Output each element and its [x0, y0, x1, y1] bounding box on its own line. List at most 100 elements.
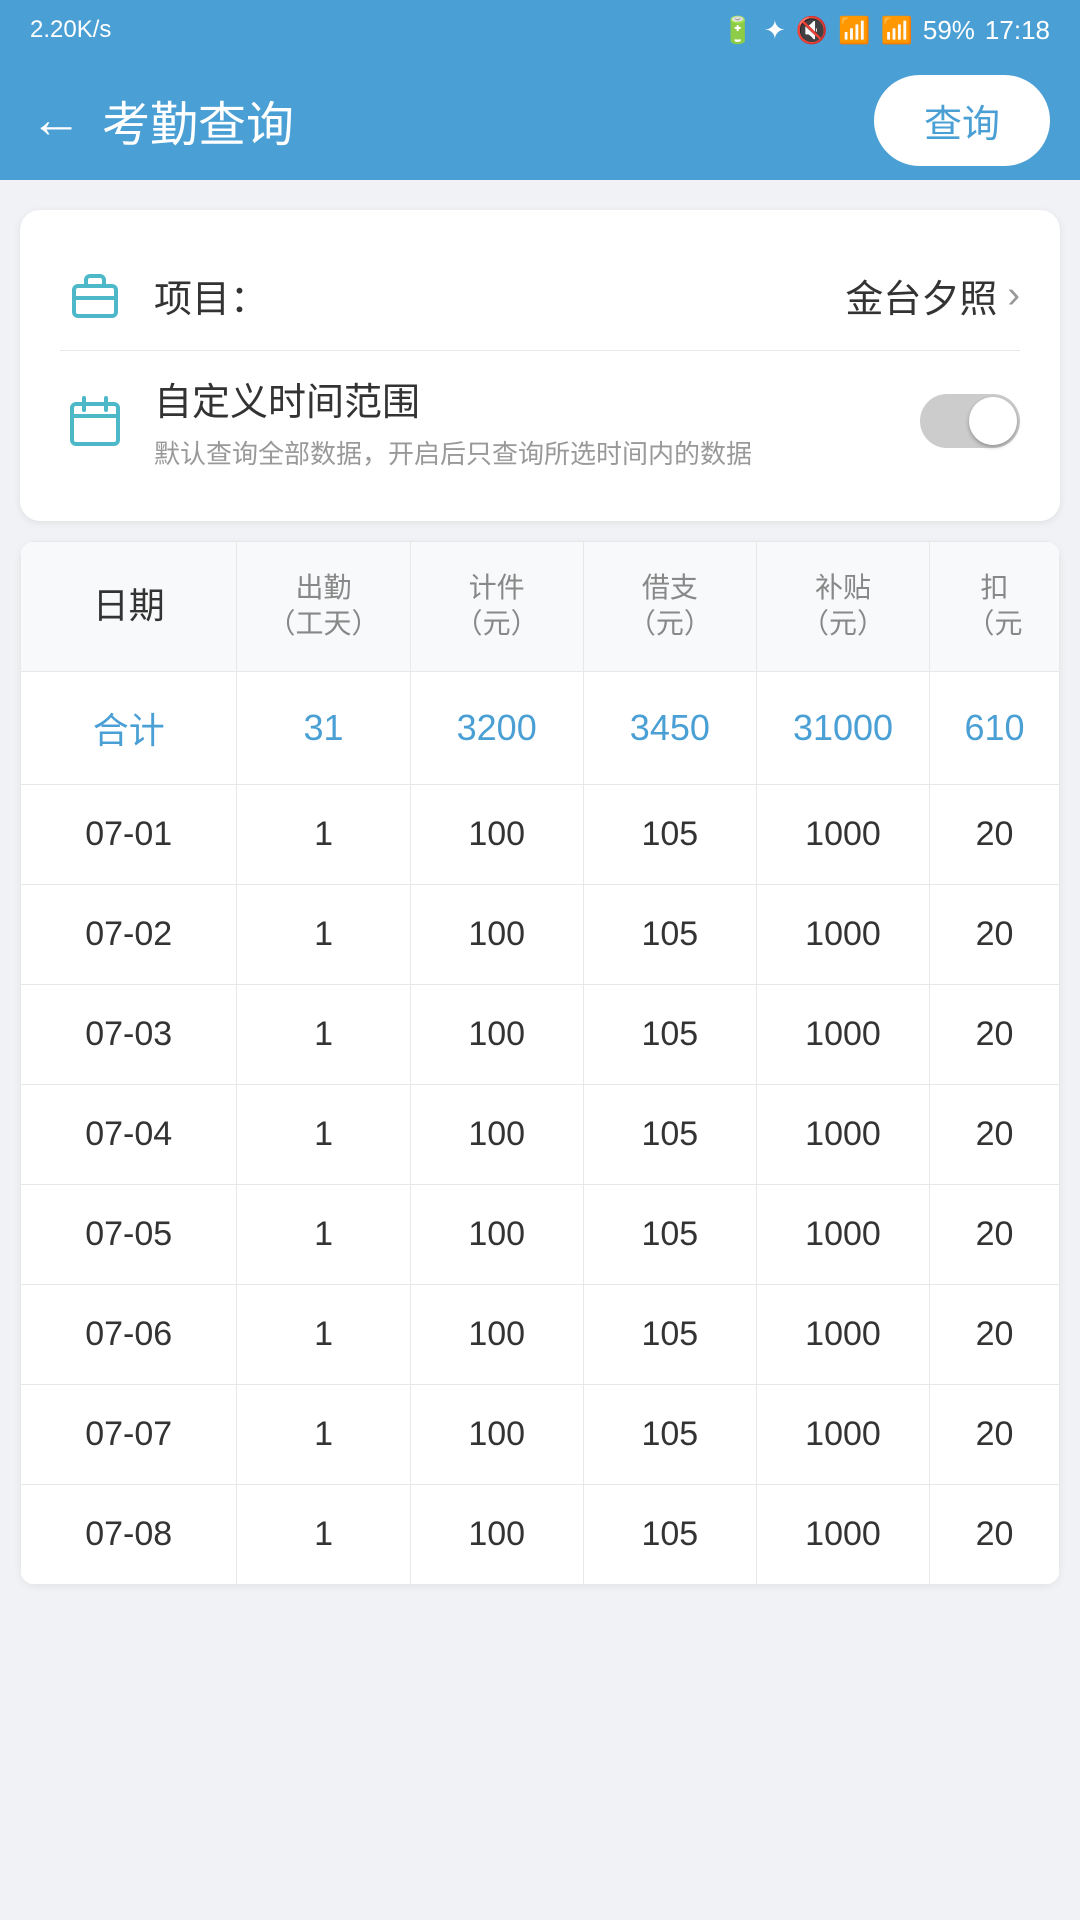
row-borrow: 105 [583, 1384, 756, 1484]
total-borrow: 3450 [583, 671, 756, 784]
row-deduct: 20 [930, 1384, 1060, 1484]
row-attendance: 1 [237, 1184, 410, 1284]
row-piecework: 100 [410, 1484, 583, 1584]
battery-percent: 59% [923, 15, 975, 46]
row-attendance: 1 [237, 884, 410, 984]
table-header: 日期 出勤（工天） 计件（元） 借支（元） 补贴（元） 扣‌（元 [21, 542, 1060, 672]
row-piecework: 100 [410, 1284, 583, 1384]
bluetooth-icon: ✦ [764, 15, 786, 46]
header-subsidy: 补贴（元） [756, 542, 929, 672]
wifi-icon: 📶 [838, 15, 870, 46]
row-attendance: 1 [237, 1484, 410, 1584]
table-row: 07-01 1 100 105 1000 20 [21, 784, 1060, 884]
time-range-col: 自定义时间范围 默认查询全部数据，开启后只查询所选时间内的数据 [154, 371, 920, 471]
toggle-knob [969, 397, 1017, 445]
row-subsidy: 1000 [756, 1284, 929, 1384]
row-borrow: 105 [583, 884, 756, 984]
total-deduct: 610 [930, 671, 1060, 784]
project-label: 项目： [154, 268, 845, 323]
table-row: 07-07 1 100 105 1000 20 [21, 1384, 1060, 1484]
row-subsidy: 1000 [756, 1384, 929, 1484]
row-deduct: 20 [930, 1184, 1060, 1284]
signal-icon: 📶 [881, 15, 913, 46]
header-date: 日期 [21, 542, 237, 672]
row-borrow: 105 [583, 1184, 756, 1284]
time-range-toggle[interactable] [920, 394, 1020, 448]
row-date: 07-07 [21, 1384, 237, 1484]
header-deduct: 扣‌（元 [930, 542, 1060, 672]
row-borrow: 105 [583, 1084, 756, 1184]
row-subsidy: 1000 [756, 884, 929, 984]
back-button[interactable]: ← [30, 90, 82, 150]
total-piecework: 3200 [410, 671, 583, 784]
row-deduct: 20 [930, 1084, 1060, 1184]
row-subsidy: 1000 [756, 1184, 929, 1284]
header-piecework: 计件（元） [410, 542, 583, 672]
row-borrow: 105 [583, 784, 756, 884]
calendar-icon [60, 386, 130, 456]
row-borrow: 105 [583, 1284, 756, 1384]
row-borrow: 105 [583, 984, 756, 1084]
row-date: 07-04 [21, 1084, 237, 1184]
row-piecework: 100 [410, 1384, 583, 1484]
page-title: 考勤查询 [102, 85, 874, 155]
table-row: 07-04 1 100 105 1000 20 [21, 1084, 1060, 1184]
table-row: 07-06 1 100 105 1000 20 [21, 1284, 1060, 1384]
network-speed: 2.20K/s [30, 16, 710, 44]
row-attendance: 1 [237, 784, 410, 884]
project-value: 金台夕照 [845, 268, 997, 323]
chevron-right-icon: › [1007, 274, 1020, 317]
row-date: 07-02 [21, 884, 237, 984]
table-body: 合计 31 3200 3450 31000 610 07-01 1 100 10… [21, 671, 1060, 1584]
row-deduct: 20 [930, 784, 1060, 884]
row-piecework: 100 [410, 1084, 583, 1184]
row-piecework: 100 [410, 784, 583, 884]
toolbar: ← 考勤查询 查询 [0, 60, 1080, 180]
row-deduct: 20 [930, 1484, 1060, 1584]
row-deduct: 20 [930, 984, 1060, 1084]
briefcase-icon [60, 260, 130, 330]
query-button[interactable]: 查询 [874, 75, 1050, 166]
row-subsidy: 1000 [756, 1484, 929, 1584]
row-date: 07-08 [21, 1484, 237, 1584]
row-attendance: 1 [237, 1384, 410, 1484]
table-row: 07-05 1 100 105 1000 20 [21, 1184, 1060, 1284]
total-attendance: 31 [237, 671, 410, 784]
filter-card: 项目： 金台夕照 › 自定义时间范围 默认查询全部数据，开启后只查询所选时间内的… [20, 210, 1060, 521]
row-subsidy: 1000 [756, 984, 929, 1084]
table-row: 07-08 1 100 105 1000 20 [21, 1484, 1060, 1584]
project-row[interactable]: 项目： 金台夕照 › [60, 240, 1020, 350]
battery-icon: 🔋 [722, 15, 754, 46]
attendance-table-wrap: 日期 出勤（工天） 计件（元） 借支（元） 补贴（元） 扣‌（元 合计 31 3… [20, 541, 1060, 1585]
time-range-description: 默认查询全部数据，开启后只查询所选时间内的数据 [154, 434, 920, 471]
row-date: 07-01 [21, 784, 237, 884]
row-subsidy: 1000 [756, 784, 929, 884]
table-row: 07-02 1 100 105 1000 20 [21, 884, 1060, 984]
row-piecework: 100 [410, 984, 583, 1084]
row-deduct: 20 [930, 1284, 1060, 1384]
row-borrow: 105 [583, 1484, 756, 1584]
row-date: 07-06 [21, 1284, 237, 1384]
header-borrow: 借支（元） [583, 542, 756, 672]
time-range-label: 自定义时间范围 [154, 371, 920, 426]
row-attendance: 1 [237, 1084, 410, 1184]
row-piecework: 100 [410, 1184, 583, 1284]
time-range-row: 自定义时间范围 默认查询全部数据，开启后只查询所选时间内的数据 [60, 350, 1020, 491]
row-attendance: 1 [237, 984, 410, 1084]
row-piecework: 100 [410, 884, 583, 984]
row-date: 07-03 [21, 984, 237, 1084]
mute-icon: 🔇 [796, 15, 828, 46]
header-attendance: 出勤（工天） [237, 542, 410, 672]
time-display: 17:18 [985, 15, 1050, 46]
total-row: 合计 31 3200 3450 31000 610 [21, 671, 1060, 784]
table-row: 07-03 1 100 105 1000 20 [21, 984, 1060, 1084]
row-deduct: 20 [930, 884, 1060, 984]
status-icons: 🔋 ✦ 🔇 📶 📶 59% 17:18 [722, 15, 1050, 46]
row-date: 07-05 [21, 1184, 237, 1284]
total-date: 合计 [21, 671, 237, 784]
attendance-table: 日期 出勤（工天） 计件（元） 借支（元） 补贴（元） 扣‌（元 合计 31 3… [20, 541, 1060, 1585]
total-subsidy: 31000 [756, 671, 929, 784]
row-attendance: 1 [237, 1284, 410, 1384]
row-subsidy: 1000 [756, 1084, 929, 1184]
status-bar: 2.20K/s 🔋 ✦ 🔇 📶 📶 59% 17:18 [0, 0, 1080, 60]
